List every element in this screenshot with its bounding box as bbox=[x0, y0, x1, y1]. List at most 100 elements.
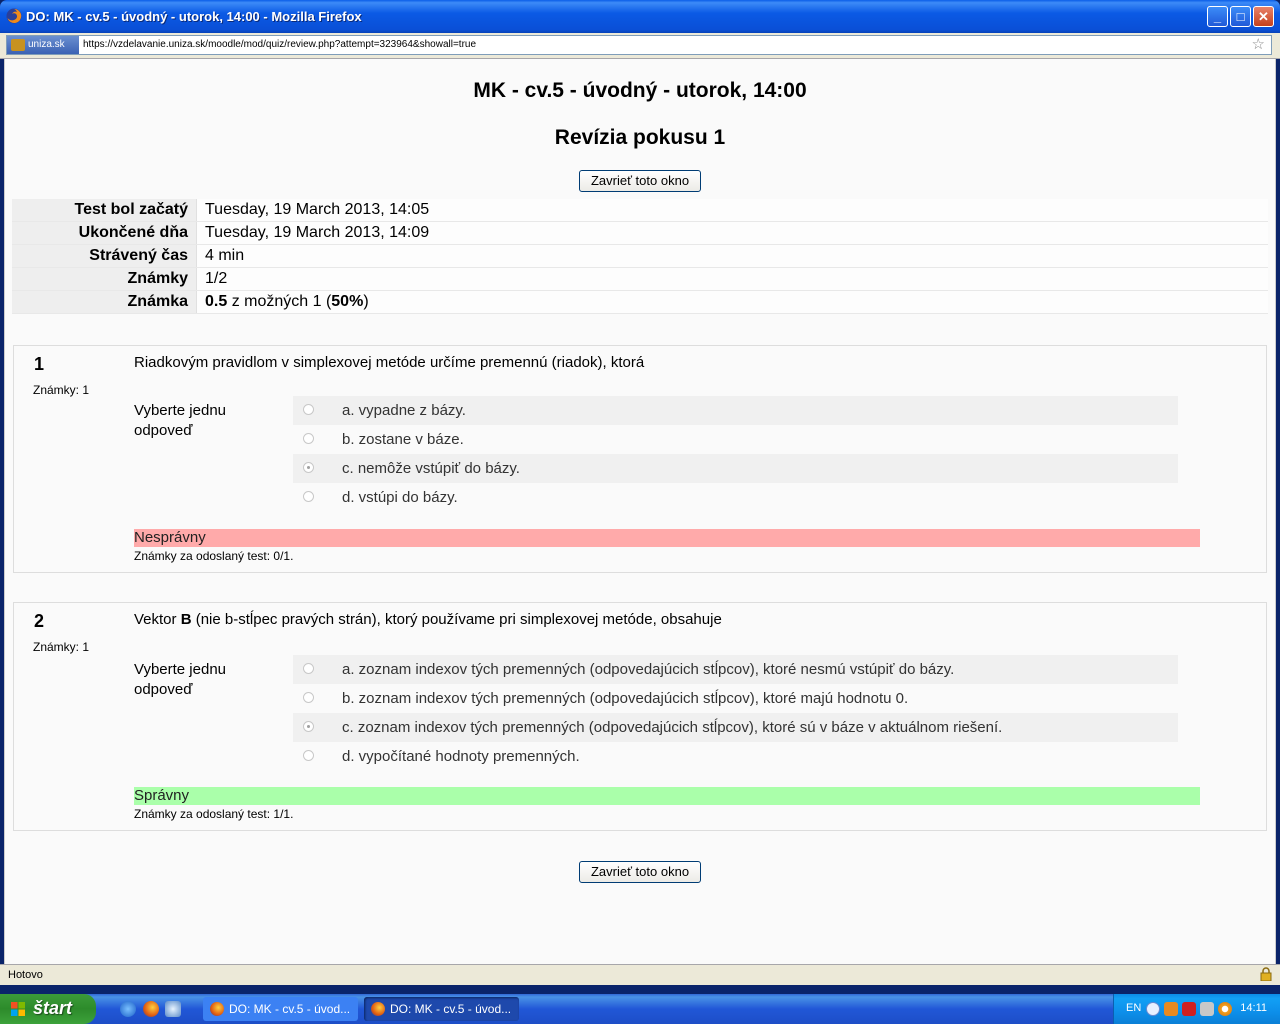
radio-button[interactable] bbox=[303, 750, 314, 761]
minimize-button[interactable]: _ bbox=[1207, 6, 1228, 27]
address-bar: uniza.sk https://vzdelavanie.uniza.sk/mo… bbox=[0, 33, 1280, 59]
result-correct: Správny bbox=[134, 787, 1200, 805]
page-title: MK - cv.5 - úvodný - utorok, 14:00 bbox=[473, 79, 807, 102]
attempt-summary-table: Test bol začatý Tuesday, 19 March 2013, … bbox=[12, 199, 1268, 314]
summary-label: Ukončené dňa bbox=[12, 221, 197, 245]
system-tray: EN 14:11 bbox=[1113, 994, 1280, 1024]
answer-option[interactable]: b. zostane v báze. bbox=[293, 425, 1178, 454]
windows-logo-icon bbox=[11, 1002, 25, 1016]
close-window-button[interactable]: ✕ bbox=[1253, 6, 1274, 27]
answer-label: a. vypadne z bázy. bbox=[342, 402, 466, 419]
firefox-icon bbox=[371, 1002, 385, 1016]
taskbar-window-button[interactable]: DO: MK - cv.5 - úvod... bbox=[203, 997, 358, 1021]
summary-value: 4 min bbox=[196, 244, 1268, 268]
answer-option[interactable]: d. vypočítané hodnoty premenných. bbox=[293, 742, 1178, 771]
answer-option[interactable]: a. zoznam indexov tých premenných (odpov… bbox=[293, 655, 1178, 684]
summary-row: Ukončené dňa Tuesday, 19 March 2013, 14:… bbox=[12, 221, 1268, 245]
question-number: 1 bbox=[34, 354, 45, 374]
answer-option[interactable]: d. vstúpi do bázy. bbox=[293, 483, 1178, 512]
tray-utility-icon[interactable] bbox=[1218, 1002, 1232, 1016]
language-indicator[interactable]: EN bbox=[1126, 1002, 1141, 1014]
bookmark-star-icon[interactable]: ☆ bbox=[1252, 36, 1265, 54]
result-marks: Známky za odoslaný test: 1/1. bbox=[134, 807, 294, 821]
page-subtitle: Revízia pokusu 1 bbox=[554, 126, 726, 149]
summary-label: Strávený čas bbox=[12, 244, 197, 268]
radio-button-selected[interactable] bbox=[303, 721, 314, 732]
clock: 14:11 bbox=[1240, 1002, 1267, 1014]
grade-of-max: z možných 1 ( bbox=[227, 293, 332, 310]
close-window-top-button[interactable]: Zavrieť toto okno bbox=[579, 170, 701, 192]
window-title: DO: MK - cv.5 - úvodný - utorok, 14:00 -… bbox=[26, 9, 362, 24]
answer-option[interactable]: c. zoznam indexov tých premenných (odpov… bbox=[293, 713, 1178, 742]
answer-label: b. zostane v báze. bbox=[342, 431, 464, 448]
url-field[interactable]: uniza.sk https://vzdelavanie.uniza.sk/mo… bbox=[6, 35, 1272, 55]
answer-option[interactable]: c. nemôže vstúpiť do bázy. bbox=[293, 454, 1178, 483]
question-text-start: Vektor bbox=[134, 611, 181, 628]
close-window-bottom-button[interactable]: Zavrieť toto okno bbox=[579, 861, 701, 883]
status-text: Hotovo bbox=[8, 969, 43, 981]
summary-value: Tuesday, 19 March 2013, 14:05 bbox=[196, 199, 1268, 222]
question-2: 2 Známky: 1 Vektor B (nie b-stĺpec pravý… bbox=[13, 602, 1267, 831]
question-marks: Známky: 1 bbox=[33, 640, 90, 654]
summary-label: Známky bbox=[12, 267, 197, 291]
ati-icon[interactable] bbox=[1182, 1002, 1196, 1016]
window-title-bar[interactable]: DO: MK - cv.5 - úvodný - utorok, 14:00 -… bbox=[0, 0, 1280, 33]
status-bar: Hotovo bbox=[0, 964, 1280, 985]
site-identity-button[interactable]: uniza.sk bbox=[7, 36, 79, 54]
answer-label: d. vstúpi do bázy. bbox=[342, 489, 458, 506]
show-desktop-icon[interactable] bbox=[165, 1001, 181, 1017]
url-text[interactable]: https://vzdelavanie.uniza.sk/moodle/mod/… bbox=[83, 36, 476, 54]
task-label: DO: MK - cv.5 - úvod... bbox=[229, 1002, 351, 1016]
summary-value: Tuesday, 19 March 2013, 14:09 bbox=[196, 221, 1268, 245]
taskbar-window-button-active[interactable]: DO: MK - cv.5 - úvod... bbox=[364, 997, 519, 1021]
result-incorrect: Nesprávny bbox=[134, 529, 1200, 547]
maximize-button[interactable]: □ bbox=[1230, 6, 1251, 27]
start-label: štart bbox=[33, 998, 73, 1018]
firefox-quicklaunch-icon[interactable] bbox=[143, 1001, 159, 1017]
radio-button[interactable] bbox=[303, 491, 314, 502]
summary-value: 1/2 bbox=[196, 267, 1268, 291]
internet-explorer-icon[interactable] bbox=[120, 1001, 136, 1017]
summary-row: Strávený čas 4 min bbox=[12, 244, 1268, 268]
start-button[interactable]: štart bbox=[0, 994, 96, 1024]
summary-value: 0.5 z možných 1 (50%) bbox=[196, 290, 1268, 314]
firefox-icon bbox=[6, 8, 22, 24]
radio-button[interactable] bbox=[303, 692, 314, 703]
taskbar: štart DO: MK - cv.5 - úvod... DO: MK - c… bbox=[0, 994, 1280, 1024]
site-identity-label: uniza.sk bbox=[28, 39, 65, 50]
answer-option[interactable]: b. zoznam indexov tých premenných (odpov… bbox=[293, 684, 1178, 713]
padlock-icon[interactable] bbox=[1260, 967, 1272, 981]
site-favicon-icon bbox=[11, 39, 25, 51]
radio-button[interactable] bbox=[303, 433, 314, 444]
close-icon: ✕ bbox=[1258, 9, 1269, 24]
result-marks: Známky za odoslaný test: 0/1. bbox=[134, 549, 294, 563]
radio-button[interactable] bbox=[303, 404, 314, 415]
summary-row: Test bol začatý Tuesday, 19 March 2013, … bbox=[12, 199, 1268, 222]
firefox-icon bbox=[210, 1002, 224, 1016]
answer-label: a. zoznam indexov tých premenných (odpov… bbox=[342, 661, 955, 678]
question-1: 1 Známky: 1 Riadkovým pravidlom v simple… bbox=[13, 345, 1267, 573]
radio-button[interactable] bbox=[303, 663, 314, 674]
network-icon[interactable] bbox=[1200, 1002, 1214, 1016]
answer-list: a. vypadne z bázy. b. zostane v báze. c.… bbox=[293, 396, 1178, 512]
answer-label: b. zoznam indexov tých premenných (odpov… bbox=[342, 690, 909, 707]
question-text-bold: B bbox=[180, 611, 192, 628]
question-text: Riadkovým pravidlom v simplexovej metóde… bbox=[134, 354, 645, 371]
question-text-end: (nie b-stĺpec pravých strán), ktorý použ… bbox=[191, 611, 722, 628]
answer-prompt: Vyberte jednu odpoveď bbox=[134, 661, 227, 698]
answer-label: d. vypočítané hodnoty premenných. bbox=[342, 748, 580, 765]
radio-button-selected[interactable] bbox=[303, 462, 314, 473]
expand-tray-icon[interactable] bbox=[1146, 1002, 1160, 1016]
summary-row: Známka 0.5 z možných 1 (50%) bbox=[12, 290, 1268, 314]
tray-app-icon[interactable] bbox=[1164, 1002, 1178, 1016]
summary-label: Test bol začatý bbox=[12, 199, 197, 222]
answer-list: a. zoznam indexov tých premenných (odpov… bbox=[293, 655, 1178, 771]
grade-percent: 50% bbox=[331, 293, 364, 310]
summary-label: Známka bbox=[12, 290, 197, 314]
summary-row: Známky 1/2 bbox=[12, 267, 1268, 291]
grade-paren: ) bbox=[363, 293, 369, 310]
task-label: DO: MK - cv.5 - úvod... bbox=[390, 1002, 512, 1016]
answer-option[interactable]: a. vypadne z bázy. bbox=[293, 396, 1178, 425]
maximize-icon: □ bbox=[1236, 9, 1245, 24]
question-marks: Známky: 1 bbox=[33, 383, 90, 397]
